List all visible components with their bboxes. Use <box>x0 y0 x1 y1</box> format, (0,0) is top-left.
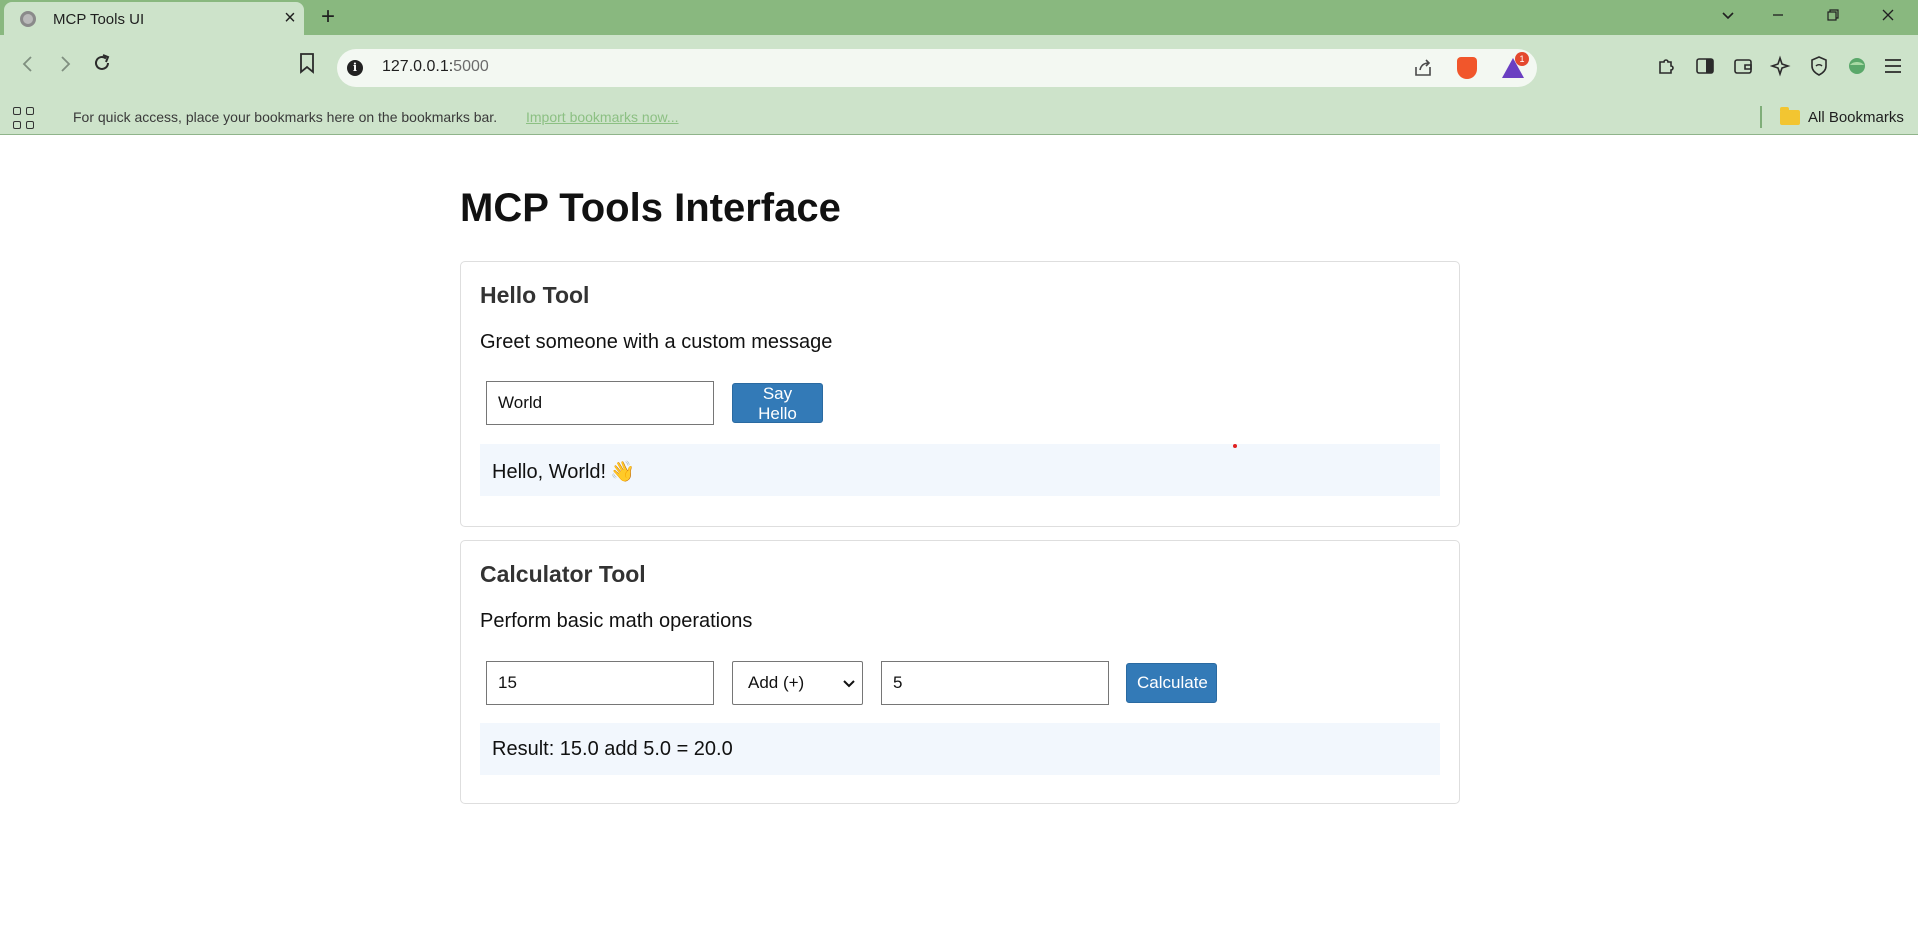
hello-tool-card: Hello Tool Greet someone with a custom m… <box>460 261 1460 527</box>
hello-tool-title: Hello Tool <box>480 282 590 308</box>
calculator-result-box: Result: 15.0 add 5.0 = 20.0 <box>480 723 1440 775</box>
menu-icon[interactable] <box>1880 55 1906 81</box>
address-bar[interactable]: i 127.0.0.1:5000 1 <box>337 49 1537 87</box>
waving-hand-emoji: 👋 <box>610 461 636 483</box>
rewards-badge: 1 <box>1515 52 1529 66</box>
new-tab-button[interactable]: + <box>321 3 335 31</box>
site-info-icon[interactable]: i <box>347 60 363 76</box>
restore-icon[interactable] <box>1818 4 1848 30</box>
operand-a-input[interactable] <box>486 661 714 705</box>
hello-tool-description: Greet someone with a custom message <box>480 331 833 353</box>
tab-close-icon[interactable]: × <box>280 7 300 29</box>
import-bookmarks-link[interactable]: Import bookmarks now... <box>526 109 679 125</box>
brave-shields-icon[interactable] <box>1457 57 1477 79</box>
address-url: 127.0.0.1:5000 <box>382 58 489 76</box>
wallet-icon[interactable] <box>1730 55 1756 81</box>
calculator-tool-description: Perform basic math operations <box>480 610 753 632</box>
calculate-button[interactable]: Calculate <box>1126 663 1217 703</box>
all-bookmarks-button[interactable]: All Bookmarks <box>1808 109 1904 126</box>
share-icon[interactable] <box>1412 57 1434 84</box>
browser-tab-active[interactable]: MCP Tools UI × <box>4 2 304 35</box>
hello-result-text: Hello, World! 👋 <box>492 459 635 484</box>
extensions-icon[interactable] <box>1654 55 1680 81</box>
close-window-icon[interactable] <box>1873 4 1903 30</box>
bookmarks-divider <box>1760 106 1762 128</box>
page-title: MCP Tools Interface <box>460 186 841 230</box>
forward-arrow-icon[interactable] <box>50 52 80 82</box>
hello-result-message: Hello, World! <box>492 461 607 483</box>
operand-b-input[interactable] <box>881 661 1109 705</box>
calculator-tool-title: Calculator Tool <box>480 561 646 587</box>
calculator-tool-card: Calculator Tool Perform basic math opera… <box>460 540 1460 804</box>
url-port: 5000 <box>453 58 489 75</box>
name-input[interactable] <box>486 381 714 425</box>
url-host: 127.0.0.1: <box>382 58 454 75</box>
reload-icon[interactable] <box>87 52 117 82</box>
bookmark-icon[interactable] <box>292 52 322 82</box>
minimize-icon[interactable] <box>1763 4 1793 30</box>
say-hello-button[interactable]: Say Hello <box>732 383 823 423</box>
chevron-down-icon <box>840 674 858 692</box>
globe-icon <box>20 11 36 27</box>
vpn-shield-icon[interactable] <box>1806 55 1832 81</box>
bookmarks-prompt: For quick access, place your bookmarks h… <box>73 109 498 125</box>
browser-tabstrip: MCP Tools UI × + <box>0 0 1918 35</box>
back-arrow-icon[interactable] <box>13 52 43 82</box>
leo-ai-icon[interactable] <box>1768 55 1794 81</box>
apps-grid-icon[interactable] <box>13 107 35 129</box>
operation-select[interactable]: Add (+) <box>732 661 863 705</box>
calculator-result-text: Result: 15.0 add 5.0 = 20.0 <box>492 738 733 760</box>
cursor-dot <box>1233 444 1237 448</box>
operation-selected-value: Add (+) <box>748 673 805 692</box>
bookmarks-bar: For quick access, place your bookmarks h… <box>0 98 1918 135</box>
profile-avatar-icon[interactable] <box>1844 55 1870 81</box>
hello-result-box: Hello, World! 👋 <box>480 444 1440 496</box>
sidebar-icon[interactable] <box>1692 55 1718 81</box>
tab-search-chevron-icon[interactable] <box>1713 4 1743 30</box>
folder-icon[interactable] <box>1780 107 1800 125</box>
tab-title: MCP Tools UI <box>53 11 145 28</box>
